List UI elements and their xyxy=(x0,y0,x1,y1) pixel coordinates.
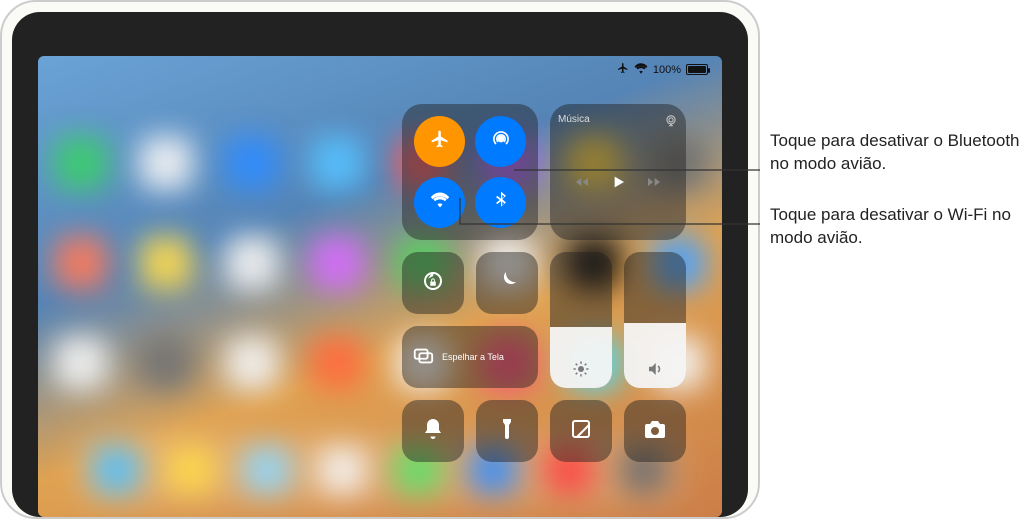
status-bar: 100% xyxy=(617,62,708,77)
control-center: Música xyxy=(402,104,686,462)
callouts: Toque para desativar o Bluetooth no modo… xyxy=(770,130,1020,278)
callout-bluetooth: Toque para desativar o Bluetooth no modo… xyxy=(770,130,1020,176)
quick-note-button[interactable] xyxy=(550,400,612,462)
connectivity-tile[interactable] xyxy=(402,104,538,240)
music-title: Música xyxy=(558,114,590,125)
airdrop-toggle[interactable] xyxy=(475,116,526,167)
bluetooth-toggle[interactable] xyxy=(475,177,526,228)
do-not-disturb-toggle[interactable] xyxy=(476,252,538,314)
callout-wifi: Toque para desativar o Wi-Fi no modo avi… xyxy=(770,204,1020,250)
airplay-audio-icon[interactable] xyxy=(664,114,678,131)
screen-mirror-label: Espelhar a Tela xyxy=(442,352,504,363)
play-button[interactable] xyxy=(610,174,626,195)
wifi-status-icon xyxy=(634,63,648,77)
screen-mirror-icon xyxy=(412,345,434,370)
bell-icon xyxy=(421,417,445,446)
airplane-mode-toggle[interactable] xyxy=(414,116,465,167)
rotation-lock-icon xyxy=(421,269,445,298)
ipad-bezel: 100% xyxy=(12,12,748,517)
camera-button[interactable] xyxy=(624,400,686,462)
rotation-lock-toggle[interactable] xyxy=(402,252,464,314)
bluetooth-icon xyxy=(491,190,511,215)
forward-button[interactable] xyxy=(646,174,662,195)
brightness-slider[interactable] xyxy=(550,252,612,388)
ipad-screen: 100% xyxy=(38,56,722,517)
silent-mode-toggle[interactable] xyxy=(402,400,464,462)
flashlight-icon xyxy=(495,417,519,446)
airdrop-icon xyxy=(491,129,511,154)
camera-icon xyxy=(643,417,667,446)
battery-percent: 100% xyxy=(653,64,681,76)
rewind-button[interactable] xyxy=(574,174,590,195)
battery-icon xyxy=(686,64,708,75)
music-tile[interactable]: Música xyxy=(550,104,686,240)
brightness-icon xyxy=(572,360,590,378)
note-icon xyxy=(569,417,593,446)
volume-slider[interactable] xyxy=(624,252,686,388)
moon-icon xyxy=(495,269,519,298)
wifi-toggle[interactable] xyxy=(414,177,465,228)
airplane-icon xyxy=(430,129,450,154)
screen-mirror-button[interactable]: Espelhar a Tela xyxy=(402,326,538,388)
wifi-icon xyxy=(430,190,450,215)
flashlight-button[interactable] xyxy=(476,400,538,462)
volume-icon xyxy=(646,360,664,378)
airplane-status-icon xyxy=(617,62,629,77)
ipad-frame: 100% xyxy=(0,0,760,519)
